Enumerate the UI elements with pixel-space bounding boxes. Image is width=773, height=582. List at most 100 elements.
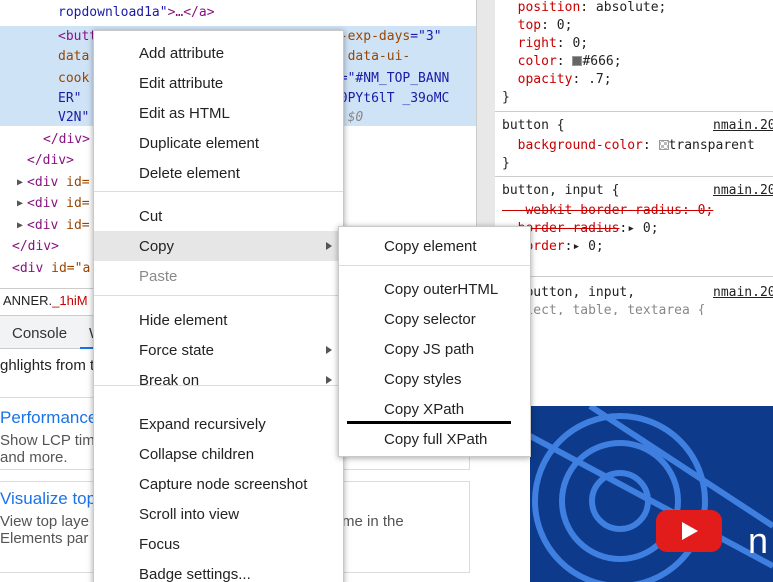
css-selector[interactable]: button, input { xyxy=(502,182,619,200)
menu-focus[interactable]: Focus xyxy=(94,529,343,559)
css-declaration[interactable]: position: absolute; xyxy=(502,0,667,17)
submenu-copy-styles[interactable]: Copy styles xyxy=(339,364,530,394)
submenu-copy-xpath[interactable]: Copy XPath xyxy=(339,394,530,424)
dom-token: ropdownload1a" xyxy=(58,5,168,20)
visualize-card-desc-line1: View top laye xyxy=(0,513,89,530)
css-declaration[interactable]: top: 0; xyxy=(502,17,573,35)
expand-triangle-icon[interactable]: ▶ xyxy=(17,215,23,236)
menu-expand-recursively[interactable]: Expand recursively xyxy=(94,409,343,439)
menu-scroll-into-view[interactable]: Scroll into view xyxy=(94,499,343,529)
submenu-copy-js-path[interactable]: Copy JS path xyxy=(339,334,530,364)
performance-card-desc-line1: Show LCP tim xyxy=(0,432,95,449)
css-selector[interactable]: button { xyxy=(502,117,565,135)
menu-separator xyxy=(94,385,343,386)
css-token: : xyxy=(642,138,659,153)
banner-letter: n xyxy=(748,520,769,561)
dom-node-line[interactable]: <div id="a xyxy=(12,258,90,279)
menu-collapse-children[interactable]: Collapse children xyxy=(94,439,343,469)
menu-force-state[interactable]: Force state xyxy=(94,335,343,365)
menu-hide-element[interactable]: Hide element xyxy=(94,305,343,335)
breadcrumb-class: _1hiM xyxy=(52,293,88,308)
css-token: transparent xyxy=(668,138,755,153)
rule-separator xyxy=(495,111,773,112)
submenu-item-label: Copy element xyxy=(384,238,477,255)
submenu-copy-selector[interactable]: Copy selector xyxy=(339,304,530,334)
dom-token: id="a xyxy=(51,261,91,276)
color-swatch-icon[interactable] xyxy=(572,56,583,66)
visualize-card-title[interactable]: Visualize top xyxy=(0,489,96,509)
dom-token: <butt xyxy=(58,29,98,44)
dom-token: id= xyxy=(66,175,90,190)
css-declaration[interactable]: } xyxy=(502,155,510,173)
rule-separator xyxy=(495,176,773,177)
menu-delete-element[interactable]: Delete element xyxy=(94,158,343,188)
css-declaration[interactable]: color: #666; xyxy=(502,53,622,71)
css-declaration[interactable]: } xyxy=(502,89,510,107)
css-token: -webkit-border-radius: 0; xyxy=(502,203,714,218)
tab-console[interactable]: Console xyxy=(12,325,67,342)
submenu-copy-full-xpath[interactable]: Copy full XPath xyxy=(339,424,530,454)
dom-node-line[interactable]: </div> xyxy=(27,150,74,171)
menu-item-label: Delete element xyxy=(139,165,240,182)
menu-item-label: Copy xyxy=(139,238,175,255)
dom-token: </div> xyxy=(27,153,74,168)
dom-node-line[interactable]: </div> xyxy=(12,236,59,257)
rule-separator xyxy=(495,276,773,277)
performance-card-desc-line2: and more. xyxy=(0,449,68,466)
dom-token: </div> xyxy=(12,239,59,254)
dom-node-line[interactable]: </div> xyxy=(43,129,90,150)
color-swatch-icon[interactable] xyxy=(658,140,669,150)
menu-add-attribute[interactable]: Add attribute xyxy=(94,38,343,68)
menu-item-label: Edit as HTML xyxy=(139,105,230,122)
dom-token: <div xyxy=(12,261,52,276)
css-token: lect, table, textarea { xyxy=(502,303,706,315)
banner-rings xyxy=(530,406,773,582)
css-token: : .7; xyxy=(572,72,612,87)
submenu-arrow-icon xyxy=(326,346,332,354)
menu-copy[interactable]: Copy xyxy=(94,231,343,261)
css-token: color xyxy=(502,54,557,69)
dom-token: a xyxy=(198,5,207,20)
performance-card-title[interactable]: Performance xyxy=(0,408,97,428)
stylesheet-source-link[interactable]: nmain.20 xyxy=(713,284,773,302)
selector-text: button, input { xyxy=(502,183,620,198)
submenu-copy-element[interactable]: Copy element xyxy=(339,231,530,261)
css-declaration[interactable]: -webkit-border-radius: 0; xyxy=(502,202,714,220)
submenu-copy-outerhtml[interactable]: Copy outerHTML xyxy=(339,274,530,304)
menu-paste: Paste xyxy=(94,261,343,291)
css-declaration[interactable]: lect, table, textarea { xyxy=(502,302,706,315)
dom-token: cook xyxy=(58,71,90,86)
menu-item-label: Force state xyxy=(139,342,215,359)
submenu-arrow-icon xyxy=(326,376,332,384)
expand-triangle-icon[interactable]: ▶ xyxy=(17,193,23,214)
dom-node-line[interactable]: ropdownload1a">…</a> xyxy=(58,2,215,23)
menu-duplicate-element[interactable]: Duplicate element xyxy=(94,128,343,158)
menu-item-label: Badge settings... xyxy=(139,566,251,582)
menu-item-label: Break on xyxy=(139,372,200,389)
menu-item-label: Duplicate element xyxy=(139,135,260,152)
dom-token: > xyxy=(206,5,215,20)
css-token: : xyxy=(556,54,573,69)
css-declaration[interactable]: right: 0; xyxy=(502,35,588,53)
expand-triangle-icon[interactable]: ▶ xyxy=(17,172,23,193)
css-token: : 0; xyxy=(556,36,589,51)
menu-cut[interactable]: Cut xyxy=(94,201,343,231)
menu-badge-settings[interactable]: Badge settings... xyxy=(94,559,343,582)
css-declaration[interactable]: background-color: transparent xyxy=(502,137,755,155)
menu-edit-attribute[interactable]: Edit attribute xyxy=(94,68,343,98)
dom-token: id= xyxy=(66,218,90,233)
css-declaration[interactable]: opacity: .7; xyxy=(502,71,612,89)
dom-token: data xyxy=(58,49,90,64)
menu-edit-as-html[interactable]: Edit as HTML xyxy=(94,98,343,128)
breadcrumb-node[interactable]: ANNER._1hiM xyxy=(3,293,88,308)
youtube-play-icon xyxy=(656,510,722,552)
stylesheet-source-link[interactable]: nmain.20 xyxy=(713,182,773,200)
dom-node-line[interactable]: <div id= xyxy=(27,172,90,193)
dom-token: <div xyxy=(27,218,67,233)
submenu-item-label: Copy JS path xyxy=(384,341,475,358)
selector-text: button { xyxy=(502,118,565,133)
css-token: top xyxy=(502,18,542,33)
menu-break-on[interactable]: Break on xyxy=(94,365,343,395)
stylesheet-source-link[interactable]: nmain.20 xyxy=(713,117,773,135)
menu-capture-node-screenshot[interactable]: Capture node screenshot xyxy=(94,469,343,499)
